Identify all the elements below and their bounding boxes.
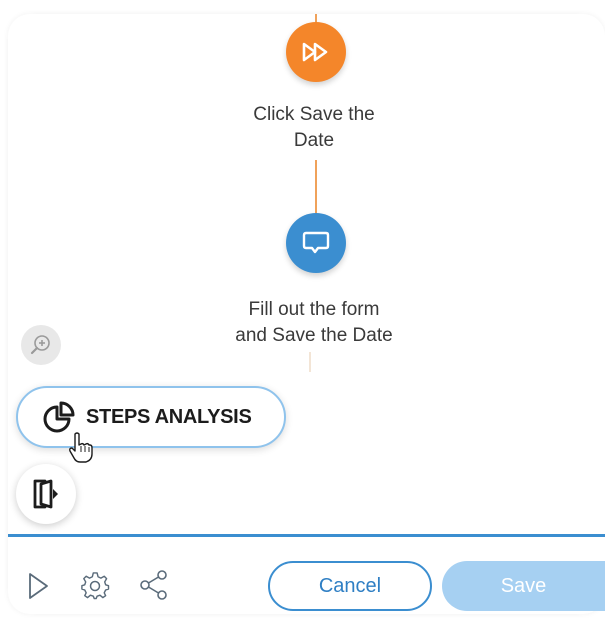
gear-icon bbox=[81, 572, 110, 600]
step-label-line: Date bbox=[293, 130, 335, 151]
hand-cursor-icon bbox=[69, 432, 93, 463]
exit-door-icon bbox=[33, 479, 58, 509]
zoom-in-icon bbox=[30, 335, 50, 355]
save-button[interactable]: Save bbox=[442, 561, 605, 611]
exit-button[interactable] bbox=[16, 464, 76, 524]
step-label-line: and Save the Date bbox=[235, 325, 393, 346]
zoom-button[interactable] bbox=[21, 325, 61, 365]
settings-button[interactable] bbox=[79, 570, 111, 602]
share-icon bbox=[140, 570, 167, 600]
chat-bubble-icon bbox=[302, 231, 330, 254]
step-node-save-the-date[interactable] bbox=[286, 22, 346, 82]
fast-forward-icon bbox=[302, 42, 328, 62]
step-label-save-the-date: Click Save the Date bbox=[204, 102, 424, 154]
step-label-line: Fill out the form bbox=[248, 299, 380, 320]
footer-divider bbox=[8, 534, 605, 537]
cancel-button[interactable]: Cancel bbox=[268, 561, 432, 611]
bottom-connector bbox=[309, 352, 311, 372]
play-button[interactable] bbox=[22, 570, 54, 602]
steps-analysis-label: STEPS ANALYSIS bbox=[86, 405, 252, 428]
middle-connector bbox=[315, 160, 317, 216]
steps-analysis-button[interactable]: STEPS ANALYSIS bbox=[16, 386, 286, 448]
pie-chart-icon bbox=[43, 401, 75, 433]
play-icon bbox=[29, 573, 48, 599]
share-button[interactable] bbox=[137, 568, 171, 602]
step-node-fill-form[interactable] bbox=[286, 213, 346, 273]
step-label-fill-form: Fill out the form and Save the Date bbox=[204, 297, 424, 349]
step-label-line: Click Save the bbox=[253, 104, 375, 125]
